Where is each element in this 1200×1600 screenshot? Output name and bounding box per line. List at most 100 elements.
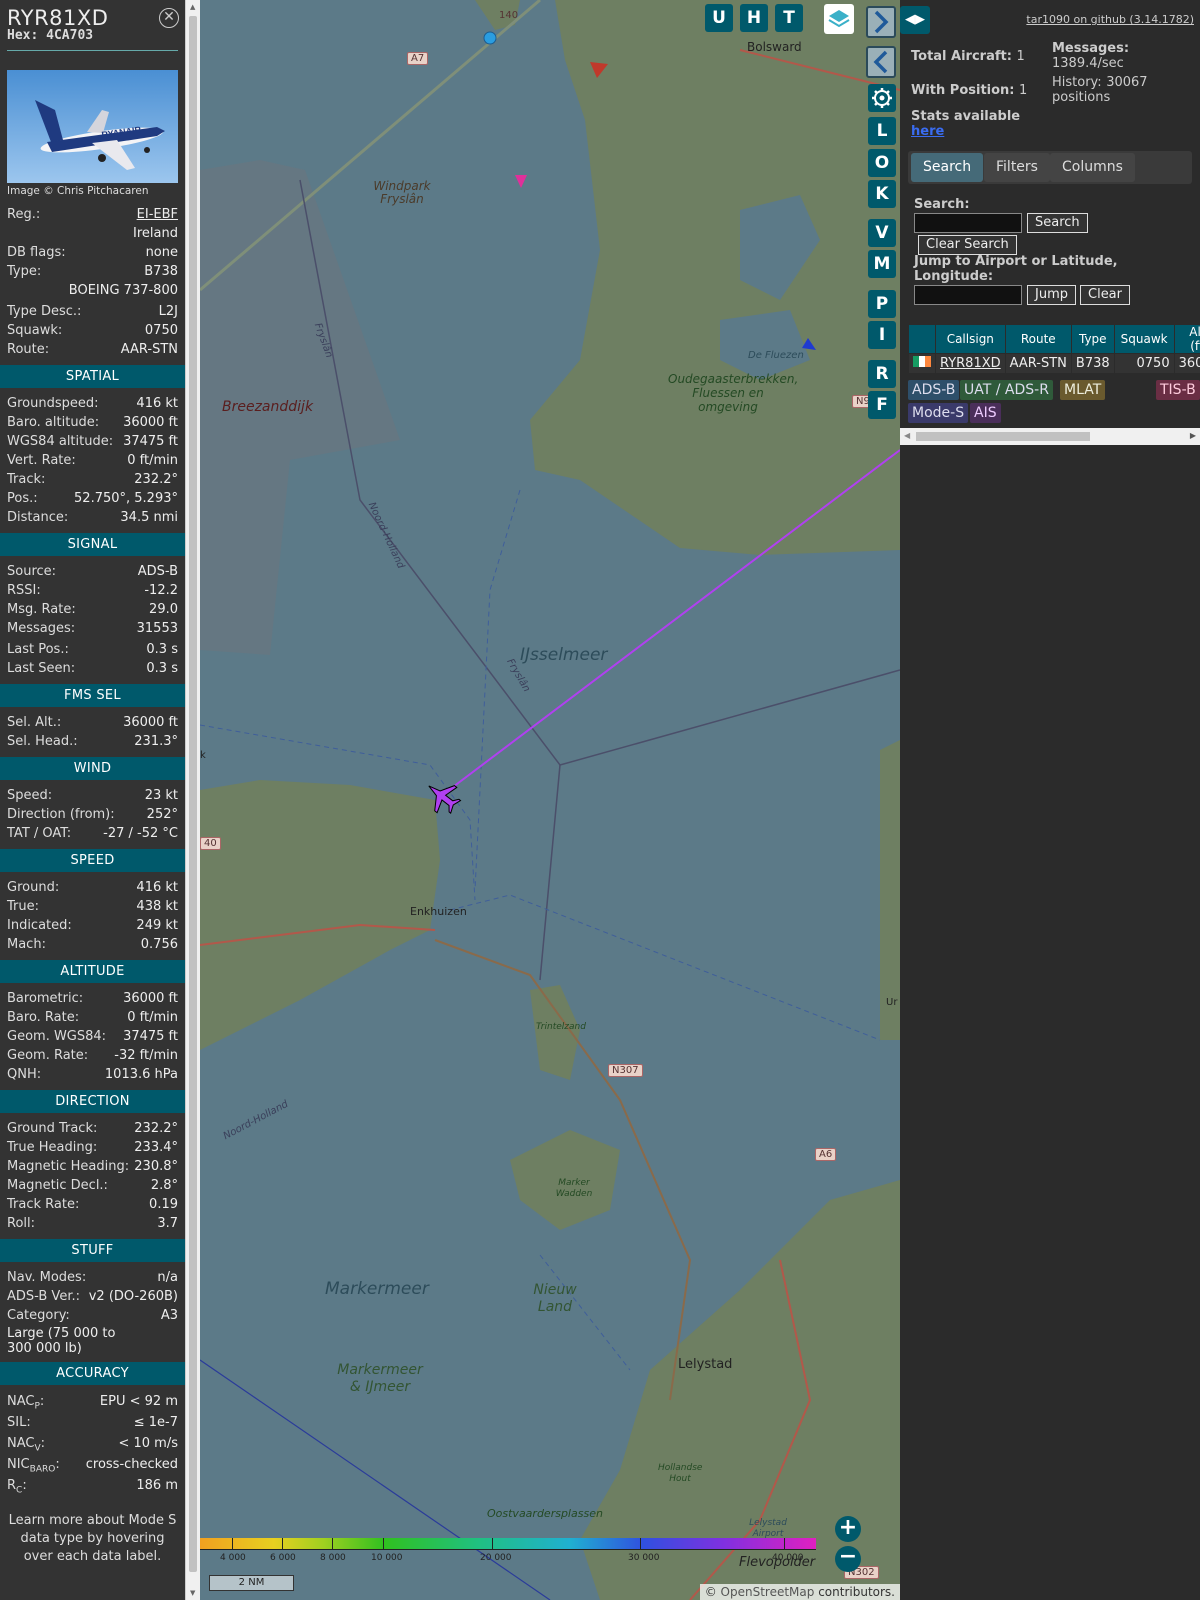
scroll-right-icon[interactable]: ▶ bbox=[1190, 431, 1196, 440]
column-header[interactable]: Squawk bbox=[1113, 324, 1175, 354]
layers-icon[interactable] bbox=[824, 4, 854, 34]
horizontal-scroll-thumb[interactable] bbox=[916, 432, 1090, 441]
info-label[interactable]: Barometric: bbox=[7, 989, 83, 1008]
close-icon[interactable]: ✕ bbox=[159, 8, 179, 28]
info-label[interactable]: Category: bbox=[7, 1306, 70, 1325]
info-label[interactable]: Direction (from): bbox=[7, 805, 115, 824]
openstreetmap-link[interactable]: OpenStreetMap bbox=[721, 1585, 815, 1599]
section-header-accuracy[interactable]: ACCURACY bbox=[0, 1362, 185, 1385]
registration-link[interactable]: EI-EBF bbox=[137, 205, 178, 224]
map-button-t[interactable]: T bbox=[775, 4, 803, 32]
map-button-u[interactable]: U bbox=[705, 4, 733, 32]
info-label[interactable]: Ground Track: bbox=[7, 1119, 97, 1138]
expand-right-icon[interactable] bbox=[866, 6, 896, 38]
scroll-down-icon[interactable]: ▼ bbox=[190, 1589, 195, 1597]
info-label[interactable]: QNH: bbox=[7, 1065, 41, 1084]
section-header-wind[interactable]: WIND bbox=[0, 757, 185, 780]
info-label[interactable]: RSSI: bbox=[7, 581, 41, 600]
info-panel-scrollbar[interactable]: ▲ ▼ bbox=[185, 0, 200, 1600]
info-label[interactable]: Groundspeed: bbox=[7, 394, 98, 413]
map-button-f[interactable]: F bbox=[868, 391, 896, 419]
zoom-in-icon[interactable]: + bbox=[835, 1516, 861, 1542]
search-input[interactable] bbox=[914, 213, 1022, 233]
collapse-left-icon[interactable] bbox=[866, 46, 896, 78]
column-header[interactable]: Alt. (ft) bbox=[1173, 324, 1200, 354]
map-button-o[interactable]: O bbox=[868, 149, 896, 177]
tab-filters[interactable]: Filters bbox=[984, 153, 1050, 182]
info-label[interactable]: Source: bbox=[7, 562, 56, 581]
section-header-direction[interactable]: DIRECTION bbox=[0, 1090, 185, 1113]
info-label[interactable]: Sel. Head.: bbox=[7, 732, 78, 751]
scroll-left-icon[interactable]: ◀ bbox=[904, 431, 910, 440]
aircraft-photo[interactable]: RYANAIR bbox=[7, 70, 178, 183]
info-label[interactable]: Msg. Rate: bbox=[7, 600, 76, 619]
section-header-fms-sel[interactable]: FMS SEL bbox=[0, 684, 185, 707]
section-header-signal[interactable]: SIGNAL bbox=[0, 533, 185, 556]
map-button-m[interactable]: M bbox=[868, 250, 896, 278]
info-label[interactable]: Pos.: bbox=[7, 489, 38, 508]
info-label[interactable]: Indicated: bbox=[7, 916, 72, 935]
tab-search[interactable]: Search bbox=[911, 153, 984, 182]
column-header[interactable]: Route bbox=[1004, 324, 1072, 354]
cell-callsign[interactable]: RYR81XD bbox=[935, 353, 1006, 374]
column-header[interactable] bbox=[908, 324, 936, 354]
info-label[interactable]: Baro. altitude: bbox=[7, 413, 99, 432]
jump-button[interactable]: Jump bbox=[1027, 285, 1076, 305]
clear-search-button[interactable]: Clear Search bbox=[918, 235, 1017, 255]
section-header-speed[interactable]: SPEED bbox=[0, 849, 185, 872]
map-button-r[interactable]: R bbox=[868, 360, 896, 388]
info-label[interactable]: Roll: bbox=[7, 1214, 35, 1233]
map-button-v[interactable]: V bbox=[868, 219, 896, 247]
info-label[interactable]: Messages: bbox=[7, 619, 75, 638]
accuracy-label[interactable]: RC: bbox=[7, 1475, 27, 1496]
table-row[interactable]: RYR81XDAAR-STNB738075036000 bbox=[908, 353, 1200, 374]
accuracy-label[interactable]: NICBARO: bbox=[7, 1454, 60, 1475]
section-header-stuff[interactable]: STUFF bbox=[0, 1239, 185, 1262]
info-label[interactable]: Baro. Rate: bbox=[7, 1008, 79, 1027]
accuracy-label[interactable]: SIL: bbox=[7, 1412, 31, 1433]
settings-gear-icon[interactable] bbox=[868, 84, 896, 112]
info-label[interactable]: True: bbox=[7, 897, 39, 916]
info-label[interactable]: Magnetic Heading: bbox=[7, 1157, 129, 1176]
map-button-k[interactable]: K bbox=[868, 180, 896, 208]
info-label[interactable]: Geom. WGS84: bbox=[7, 1027, 106, 1046]
info-label[interactable]: Vert. Rate: bbox=[7, 451, 76, 470]
stats-here-link[interactable]: here bbox=[911, 124, 1020, 139]
map-button-h[interactable]: H bbox=[740, 4, 768, 32]
column-header[interactable]: Callsign bbox=[935, 324, 1006, 354]
info-label[interactable]: Sel. Alt.: bbox=[7, 713, 61, 732]
table-horizontal-scrollbar[interactable]: ◀ ▶ bbox=[900, 428, 1200, 445]
info-label[interactable]: Last Pos.: bbox=[7, 640, 69, 659]
info-label[interactable]: ADS-B Ver.: bbox=[7, 1287, 80, 1306]
zoom-out-icon[interactable]: − bbox=[835, 1546, 861, 1572]
info-label[interactable]: TAT / OAT: bbox=[7, 824, 71, 843]
section-header-spatial[interactable]: SPATIAL bbox=[0, 365, 185, 388]
jump-input[interactable] bbox=[914, 285, 1022, 305]
info-label[interactable]: Magnetic Decl.: bbox=[7, 1176, 108, 1195]
map-button-i[interactable]: I bbox=[868, 321, 896, 349]
info-label[interactable]: Distance: bbox=[7, 508, 68, 527]
column-header[interactable]: Type bbox=[1070, 324, 1115, 354]
map-view[interactable]: Bolsward Windpark Fryslân Breezanddijk N… bbox=[200, 0, 900, 1600]
info-label[interactable]: Nav. Modes: bbox=[7, 1268, 86, 1287]
info-label[interactable]: Mach: bbox=[7, 935, 46, 954]
scrollbar-thumb[interactable] bbox=[189, 16, 197, 1572]
map-button-l[interactable]: L bbox=[868, 117, 896, 145]
clear-button[interactable]: Clear bbox=[1080, 285, 1130, 305]
accuracy-label[interactable]: NACV: bbox=[7, 1433, 45, 1454]
accuracy-label[interactable]: NACP: bbox=[7, 1391, 44, 1412]
info-label[interactable]: Track: bbox=[7, 470, 45, 489]
github-link[interactable]: tar1090 on github (3.14.1782) bbox=[1026, 13, 1194, 26]
info-label[interactable]: WGS84 altitude: bbox=[7, 432, 113, 451]
info-label[interactable]: Track Rate: bbox=[7, 1195, 79, 1214]
info-label[interactable]: Last Seen: bbox=[7, 659, 75, 678]
info-label[interactable]: Speed: bbox=[7, 786, 52, 805]
info-label[interactable]: Geom. Rate: bbox=[7, 1046, 88, 1065]
tab-columns[interactable]: Columns bbox=[1050, 153, 1135, 182]
map-button-p[interactable]: P bbox=[868, 290, 896, 318]
scroll-up-icon[interactable]: ▲ bbox=[190, 3, 195, 11]
info-label[interactable]: Ground: bbox=[7, 878, 59, 897]
search-button[interactable]: Search bbox=[1027, 213, 1088, 233]
layout-toggle-icon[interactable]: ◀▶ bbox=[900, 6, 930, 34]
section-header-altitude[interactable]: ALTITUDE bbox=[0, 960, 185, 983]
